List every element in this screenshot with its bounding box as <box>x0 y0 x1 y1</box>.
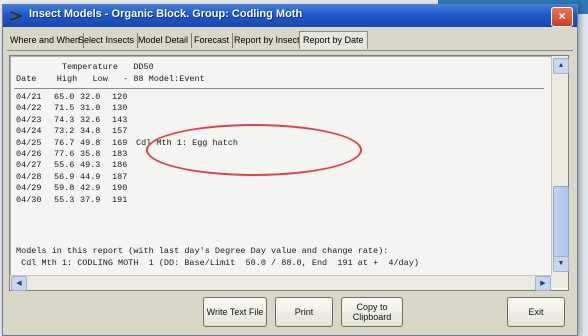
row-date: 04/23 <box>16 114 42 125</box>
close-icon[interactable]: × <box>551 7 573 27</box>
row-high: 74.3 <box>54 114 75 125</box>
tab-forecast[interactable]: Forecast <box>191 33 234 48</box>
clipboard-label: Clipboard <box>352 312 392 322</box>
row-high: 73.2 <box>54 126 75 137</box>
row-low: 31.0 <box>80 103 101 114</box>
row-date: 04/26 <box>16 149 42 159</box>
write-text-file-button[interactable]: Write Text File <box>203 297 267 327</box>
row-low: 44.9 <box>80 171 101 182</box>
horizontal-scrollbar[interactable]: ◀ ▶ <box>10 275 552 291</box>
row-date: 04/22 <box>16 103 42 114</box>
row-degree-days: 157 <box>112 126 128 137</box>
row-low: 32.0 <box>80 92 101 102</box>
row-low: 35.8 <box>80 149 101 159</box>
row-high: 55.6 <box>54 160 75 171</box>
row-low: 34.8 <box>80 126 101 137</box>
row-degree-days: 120 <box>112 92 128 102</box>
row-date: 04/28 <box>16 171 42 182</box>
moth-app-icon <box>10 11 22 21</box>
insect-models-window: Insect Models - Organic Block. Group: Co… <box>2 4 578 336</box>
report-header-line-2: Date High Low - 88 Model:Event <box>16 74 205 84</box>
event-highlight-circle <box>146 124 362 176</box>
row-date: 04/21 <box>16 92 42 102</box>
tab-report-by-date[interactable]: Report by Date <box>299 31 368 49</box>
print-button[interactable]: Print <box>275 297 333 327</box>
row-high: 65.0 <box>54 92 75 102</box>
row-low: 42.9 <box>80 183 101 194</box>
row-date: 04/24 <box>16 126 42 137</box>
tab-where-and-when[interactable]: Where and When <box>7 33 85 48</box>
report-footer-line-1: Models in this report (with last day's D… <box>16 246 389 256</box>
arrow-down-icon[interactable]: ▼ <box>553 256 569 272</box>
row-low: 32.6 <box>80 114 101 125</box>
row-degree-days: 143 <box>112 114 128 125</box>
row-high: 59.8 <box>54 183 75 194</box>
write-text-file-label: Write Text File <box>206 307 264 317</box>
vertical-scroll-thumb[interactable] <box>553 186 569 258</box>
print-label: Print <box>294 307 314 317</box>
header-divider <box>14 88 544 89</box>
row-degree-days: 187 <box>112 171 128 182</box>
row-low: 49.8 <box>80 137 101 148</box>
row-high: 76.7 <box>54 137 75 148</box>
arrow-up-icon[interactable]: ▲ <box>553 58 569 74</box>
row-degree-days: 183 <box>112 149 128 159</box>
row-degree-days: 186 <box>112 160 128 171</box>
row-date: 04/25 <box>16 137 42 148</box>
arrow-left-icon[interactable]: ◀ <box>11 276 27 291</box>
row-degree-days: 169 <box>112 137 128 148</box>
report-header-line-1: Temperature DD50 <box>16 62 154 72</box>
row-high: 55.3 <box>54 194 75 205</box>
report-footer-line-2: Cdl Mth 1: CODLING MOTH 1 (DD: Base/Limi… <box>16 258 419 268</box>
copy-to-clipboard-button[interactable]: Copy to Clipboard <box>341 297 403 327</box>
row-high: 71.5 <box>54 103 75 114</box>
row-date: 04/29 <box>16 183 42 194</box>
row-date: 04/27 <box>16 160 42 171</box>
row-high: 56.9 <box>54 171 75 182</box>
exit-button[interactable]: Exit <box>507 297 565 327</box>
report-text-area[interactable]: Temperature DD50 Date High Low - 88 Mode… <box>9 55 569 291</box>
row-low: 49.3 <box>80 160 101 171</box>
row-degree-days: 191 <box>112 194 128 205</box>
tab-divider <box>7 50 573 51</box>
row-degree-days: 130 <box>112 103 128 114</box>
tab-select-insects[interactable]: Select Insects <box>75 33 139 48</box>
row-degree-days: 190 <box>112 183 128 194</box>
title-bar[interactable]: Insect Models - Organic Block. Group: Co… <box>3 5 577 27</box>
row-high: 77.6 <box>54 149 75 159</box>
exit-label: Exit <box>528 307 544 317</box>
window-title: Insect Models - Organic Block. Group: Co… <box>29 8 303 20</box>
arrow-right-icon[interactable]: ▶ <box>535 276 551 291</box>
tab-model-detail[interactable]: Model Detail <box>135 33 193 48</box>
tab-report-by-insect[interactable]: Report by Insect <box>231 33 304 48</box>
copy-to-label: Copy to <box>356 302 388 312</box>
vertical-scrollbar[interactable]: ▲ ▼ <box>551 56 569 288</box>
row-date: 04/30 <box>16 194 42 205</box>
tab-strip: Where and When Select Insects Model Deta… <box>3 29 577 51</box>
row-low: 37.9 <box>80 194 101 205</box>
